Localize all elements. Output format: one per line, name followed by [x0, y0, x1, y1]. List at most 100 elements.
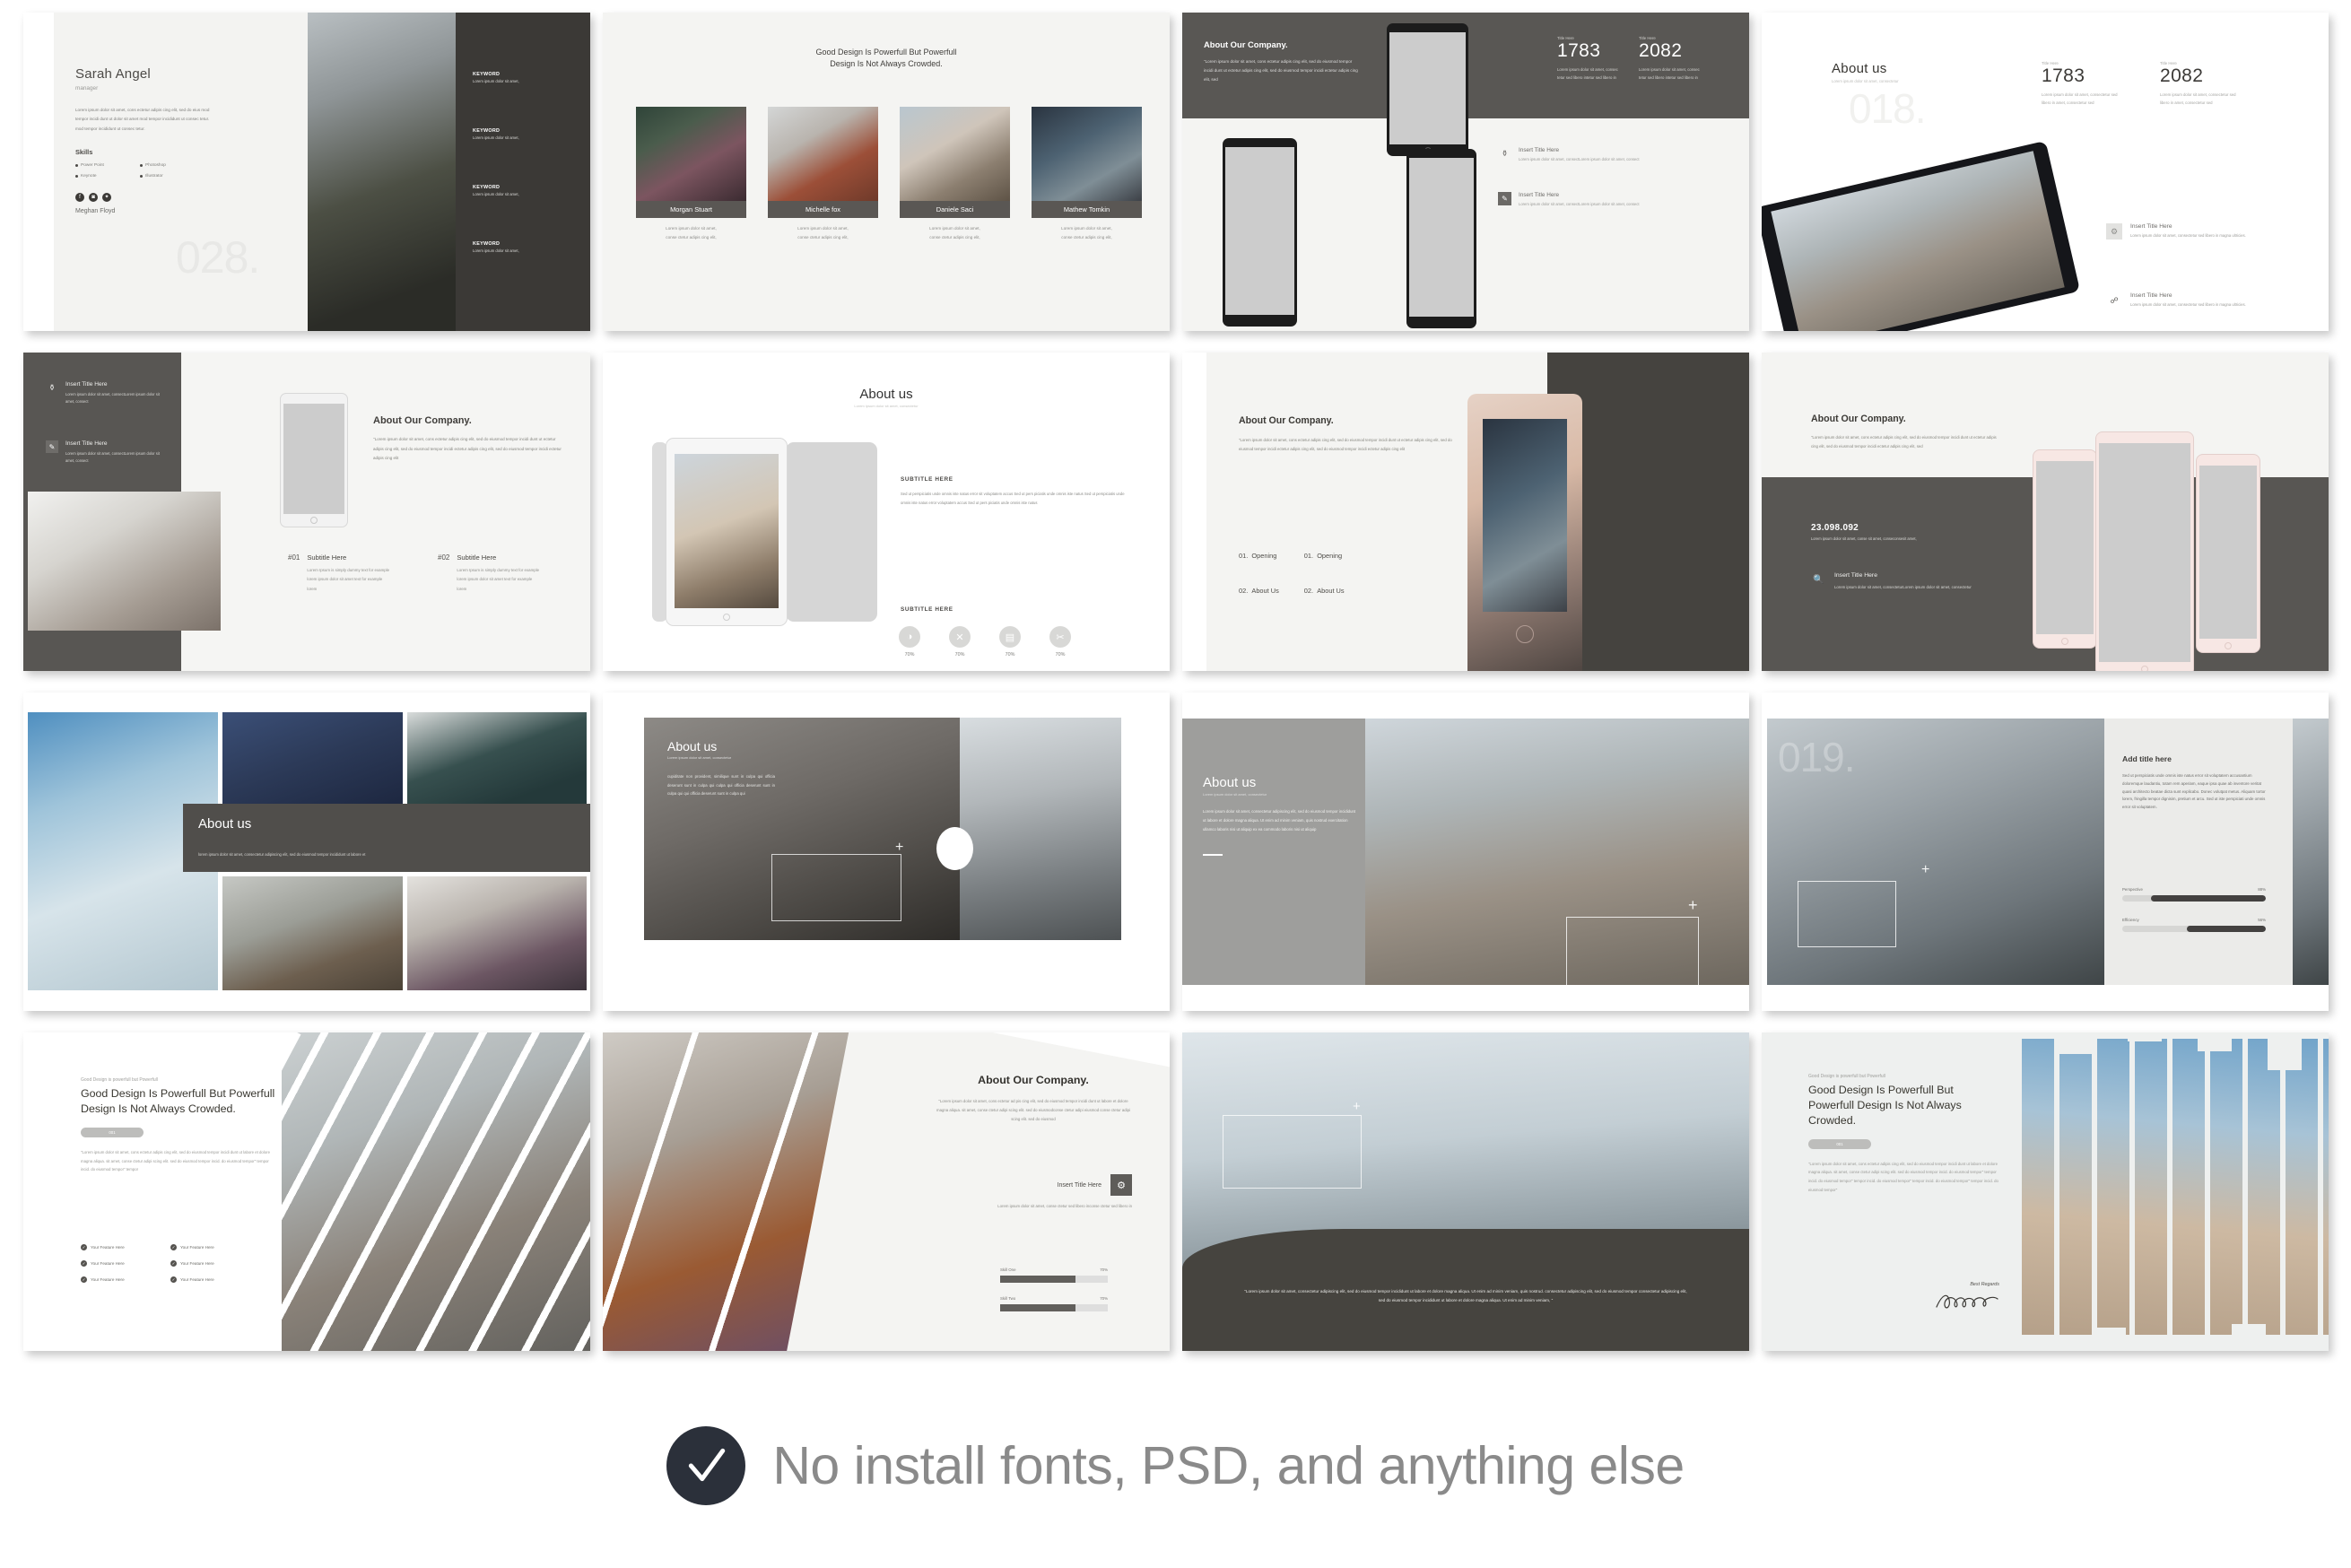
- item-text: Lorem ipsum dolor sit amet, consectetur …: [2130, 301, 2265, 309]
- about-subtext: lorem ipsum dolor sit amet, consectetur …: [198, 852, 575, 857]
- slat-mask: [2092, 1328, 2126, 1351]
- company-paragraph: "Lorem ipsum dolor sit amet, cons ectetu…: [373, 435, 566, 464]
- slide-company-split[interactable]: ⚱ Insert Title Here Lorem ipsum dolor si…: [23, 353, 590, 671]
- instagram-icon[interactable]: ◙: [89, 193, 98, 202]
- home-button-icon: [310, 517, 318, 524]
- team-photo: [900, 107, 1010, 201]
- slide-about-us-bike[interactable]: About us Lorem ipsum dolor sit amet, con…: [603, 693, 1170, 1011]
- company-heading: About Our Company.: [1204, 39, 1358, 49]
- plus-icon: +: [895, 841, 903, 855]
- desc-line2: conse ctetur adipis cing elit,: [929, 235, 980, 240]
- slide-about-us-collage[interactable]: About us lorem ipsum dolor sit amet, con…: [23, 693, 590, 1011]
- slide-about-us-tablet[interactable]: 018. About us Lorem ipsum dolor sit amet…: [1762, 13, 2329, 331]
- about-heading: About us: [667, 739, 784, 754]
- about-body: cupiditate non provident, similique sunt…: [667, 772, 775, 798]
- facebook-icon[interactable]: f: [75, 193, 84, 202]
- team-card[interactable]: Michelle fox Lorem ipsum dolor sit amet,…: [768, 107, 878, 241]
- keyword-title: KEYWORD: [473, 185, 519, 190]
- slat-bottom-mask: [2022, 1335, 2329, 1351]
- list-item: 02. About Us: [1304, 587, 1345, 595]
- team-card[interactable]: Morgan Stuart Lorem ipsum dolor sit amet…: [636, 107, 746, 241]
- progress-fill: [1000, 1276, 1075, 1283]
- slide-deck-preview-sheet: Sarah Angel manager Lorem ipsum dolor si…: [0, 0, 2351, 1568]
- feature-item: ✓Your Feature Here: [81, 1276, 170, 1283]
- slide-add-title[interactable]: 019. Add title here Sed ut perspiciatis …: [1762, 693, 2329, 1011]
- team-card[interactable]: Mathew Tomkin Lorem ipsum dolor sit amet…: [1032, 107, 1142, 241]
- eyebrow-text: Good Design is powerfull but Powerfull: [81, 1077, 296, 1083]
- bar-label: Skill Two: [1000, 1296, 1015, 1301]
- phone-mockup-left: [1223, 138, 1297, 327]
- skills-heading: Skills: [75, 148, 255, 156]
- ipad-front-mockup: [666, 438, 788, 626]
- slide-number-watermark: 018.: [1849, 84, 1926, 133]
- team-member-desc: Lorem ipsum dolor sit amet,conse ctetur …: [768, 224, 878, 241]
- about-heading: About us: [198, 816, 251, 832]
- phone-mockup: [280, 393, 348, 527]
- keyword-sub: Lorem ipsum dolor sit amet,: [473, 79, 519, 83]
- team-member-name: Mathew Tomkin: [1032, 201, 1142, 218]
- phone-screen: [2199, 466, 2257, 639]
- slat-mask: [2232, 1324, 2266, 1351]
- slide-good-design-1[interactable]: Good Design is powerfull but Powerfull G…: [23, 1032, 590, 1351]
- info-panel: Add title here Sed ut perspiciatis unde …: [2104, 719, 2293, 985]
- slide-company-stats[interactable]: About Our Company. "Lorem ipsum dolor si…: [1182, 13, 1749, 331]
- desc-line1: Lorem ipsum dolor sit amet,: [1061, 226, 1112, 231]
- skill-circle: ◑ 70%: [899, 626, 920, 658]
- about-heading: About us: [603, 387, 1170, 402]
- slide-profile[interactable]: Sarah Angel manager Lorem ipsum dolor si…: [23, 13, 590, 331]
- check-icon: ✓: [170, 1244, 177, 1250]
- slide-photographer-quote[interactable]: + "Lorem ipsum dolor sit amet, consectet…: [1182, 1032, 1749, 1351]
- scissors-icon: ✂: [1049, 626, 1071, 648]
- check-icon: ✓: [81, 1276, 87, 1283]
- progress-bar: [2122, 895, 2266, 902]
- bar-label: Perspective: [2122, 887, 2143, 892]
- feature-item: ✓Your Feature Here: [81, 1260, 170, 1267]
- collage-photo-street: [222, 876, 403, 990]
- slide-about-us-gas[interactable]: About us Lorem ipsum dolor sit amet, con…: [1182, 693, 1749, 1011]
- subtitle-text: Lorem Ipsum is simply dummy text for exa…: [307, 566, 392, 594]
- profile-handle: Meghan Floyd: [75, 208, 255, 214]
- team-card[interactable]: Daniele Saci Lorem ipsum dolor sit amet,…: [900, 107, 1010, 241]
- company-paragraph: "Lorem ipsum dolor sit amet, cons ectetu…: [935, 1097, 1132, 1124]
- skill-label: Keynote: [81, 174, 97, 179]
- home-button-icon: [2061, 638, 2068, 645]
- stat-value: 1783: [1557, 40, 1618, 61]
- bottom-banner: No install fonts, PSD, and anything else: [0, 1363, 2351, 1568]
- collage-photo-lens: [222, 712, 403, 805]
- home-button-icon: [723, 614, 730, 621]
- headline: Good Design Is Powerfull But Powerfull D…: [1808, 1083, 2001, 1128]
- slide-company-hand[interactable]: About Our Company. "Lorem ipsum dolor si…: [1182, 353, 1749, 671]
- big-number: 23.098.092: [1811, 523, 1917, 533]
- subtitle-text: Lorem Ipsum is simply dummy text for exa…: [457, 566, 542, 594]
- slide-about-us-ipad[interactable]: About us Lorem ipsum dolor sit amet, con…: [603, 353, 1170, 671]
- company-heading: About Our Company.: [1811, 414, 2004, 424]
- slat-mask: [2058, 1032, 2092, 1054]
- skill-item: Power Point: [75, 163, 133, 168]
- slide-good-design-2[interactable]: Good Design is powerfull but Powerfull G…: [1762, 1032, 2329, 1351]
- subtitle-two: SUBTITLE HERE: [901, 606, 953, 613]
- team-member-name: Morgan Stuart: [636, 201, 746, 218]
- phone-screen: [1409, 158, 1474, 317]
- profile-role: manager: [75, 85, 255, 91]
- number-pill: 001: [1808, 1139, 1871, 1149]
- item-text: Lorem ipsum dolor sit amet, consectetur …: [2130, 232, 2265, 240]
- team-title-line2: Design Is Not Always Crowded.: [655, 58, 1118, 70]
- printer-icon: ▤: [999, 626, 1021, 648]
- edit-square-icon: ✎: [1498, 192, 1511, 205]
- twitter-icon[interactable]: ✦: [102, 193, 111, 202]
- slide-company-phones[interactable]: About Our Company. "Lorem ipsum dolor si…: [1762, 353, 2329, 671]
- check-icon: ✓: [81, 1244, 87, 1250]
- feature-item: ✓Your Feature Here: [170, 1244, 260, 1250]
- big-number-caption: Lorem ipsum dolor sit amet, conse sit am…: [1811, 536, 1917, 541]
- slide-company-skills[interactable]: About Our Company. "Lorem ipsum dolor si…: [603, 1032, 1170, 1351]
- progress-fill: [1000, 1304, 1075, 1311]
- phone-mockup-right: [2196, 454, 2260, 653]
- slide-team[interactable]: Good Design Is Powerfull But Powerfull D…: [603, 13, 1170, 331]
- phone-screen: [283, 404, 344, 514]
- team-photo: [768, 107, 878, 201]
- about-subheading: Lorem ipsum dolor sit amet, consectetur: [603, 404, 1170, 408]
- ipad-screen: [675, 454, 779, 608]
- item-title: Insert Title Here: [1519, 147, 1680, 153]
- skill-label: Photoshop: [145, 163, 166, 168]
- home-button-icon: [1516, 625, 1534, 643]
